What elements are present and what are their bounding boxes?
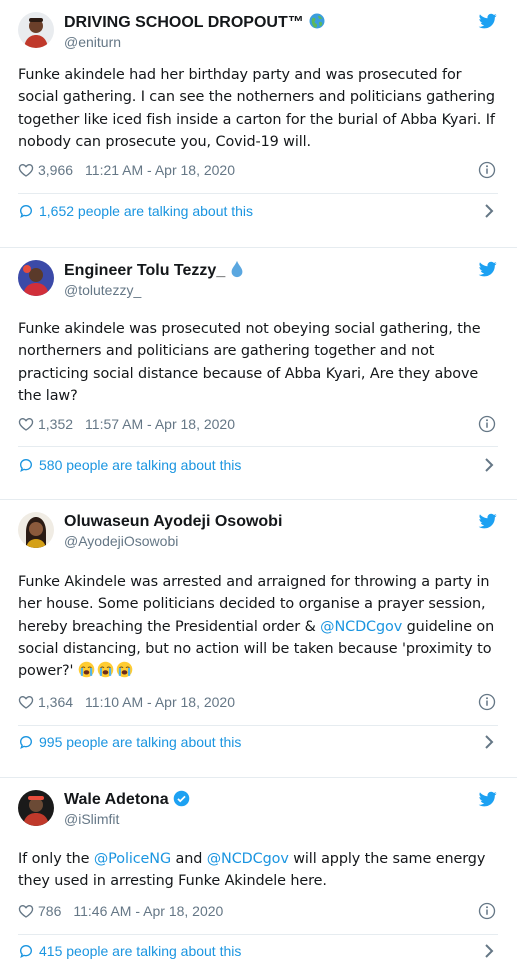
timestamp[interactable]: 11:21 AM - Apr 18, 2020	[85, 160, 235, 180]
avatar[interactable]	[18, 12, 54, 48]
tweet-text: Funke akindele was prosecuted not obeyin…	[18, 321, 481, 404]
divider	[18, 193, 498, 194]
user-handle[interactable]: @eniturn	[64, 33, 326, 51]
tweet-meta: 3,966 11:21 AM - Apr 18, 2020	[18, 160, 498, 180]
display-name[interactable]: Engineer Tolu Tezzy_	[64, 260, 244, 281]
timestamp[interactable]: 11:10 AM - Apr 18, 2020	[85, 692, 235, 712]
tweet-card[interactable]: DRIVING SCHOOL DROPOUT™ @eniturn Funke a…	[0, 0, 517, 248]
talking-label: 995 people are talking about this	[39, 734, 242, 750]
chevron-right-icon[interactable]	[484, 458, 494, 472]
talking-link[interactable]: 1,652 people are talking about this	[18, 200, 498, 222]
mention-link[interactable]: @NCDCgov	[320, 619, 402, 635]
tweet-text: If only the @PoliceNG and @NCDCgov will …	[18, 851, 486, 890]
avatar[interactable]	[18, 512, 54, 548]
heart-icon[interactable]	[18, 416, 34, 432]
tweet-card[interactable]: Wale Adetona @iSlimfit If only the @Poli…	[0, 778, 517, 967]
twitter-bird-icon[interactable]	[478, 12, 498, 30]
twitter-bird-icon[interactable]	[478, 512, 498, 530]
talking-link[interactable]: 580 people are talking about this	[18, 454, 498, 476]
heart-icon[interactable]	[18, 903, 34, 919]
divider	[18, 725, 498, 726]
water-drop-icon	[231, 260, 243, 278]
tweet-text: Funke akindele had her birthday party an…	[18, 67, 495, 150]
avatar[interactable]	[18, 260, 54, 296]
info-icon[interactable]	[478, 902, 496, 920]
avatar[interactable]	[18, 790, 54, 826]
talking-link[interactable]: 415 people are talking about this	[18, 940, 498, 962]
like-count[interactable]: 1,352	[38, 414, 73, 434]
tweet-header: Wale Adetona @iSlimfit	[18, 790, 498, 828]
info-icon[interactable]	[478, 161, 496, 179]
talking-link[interactable]: 995 people are talking about this	[18, 731, 498, 753]
globe-icon	[309, 13, 325, 29]
tweet-header: DRIVING SCHOOL DROPOUT™ @eniturn	[18, 12, 498, 51]
user-handle[interactable]: @tolutezzy_	[64, 281, 244, 299]
tweet-meta: 786 11:46 AM - Apr 18, 2020	[18, 901, 498, 921]
divider	[18, 446, 498, 447]
talking-label: 580 people are talking about this	[39, 457, 242, 473]
tweet-header: Engineer Tolu Tezzy_ @tolutezzy_	[18, 260, 498, 299]
tweet-meta: 1,352 11:57 AM - Apr 18, 2020	[18, 414, 498, 434]
display-name[interactable]: DRIVING SCHOOL DROPOUT™	[64, 12, 326, 33]
speech-bubble-icon	[18, 943, 34, 959]
like-count[interactable]: 1,364	[38, 692, 73, 712]
like-count[interactable]: 3,966	[38, 160, 73, 180]
tweet-meta: 1,364 11:10 AM - Apr 18, 2020	[18, 692, 498, 712]
tweet-card[interactable]: Engineer Tolu Tezzy_ @tolutezzy_ Funke a…	[0, 248, 517, 500]
twitter-bird-icon[interactable]	[478, 790, 498, 808]
speech-bubble-icon	[18, 734, 34, 750]
timestamp[interactable]: 11:57 AM - Apr 18, 2020	[85, 414, 235, 434]
user-handle[interactable]: @AyodejiOsowobi	[64, 532, 282, 550]
display-name[interactable]: Wale Adetona	[64, 790, 190, 810]
heart-icon[interactable]	[18, 162, 34, 178]
loudly-crying-face-icon	[78, 661, 95, 678]
info-icon[interactable]	[478, 693, 496, 711]
chevron-right-icon[interactable]	[484, 204, 494, 218]
like-count[interactable]: 786	[38, 901, 61, 921]
timestamp[interactable]: 11:46 AM - Apr 18, 2020	[73, 901, 223, 921]
speech-bubble-icon	[18, 457, 34, 473]
chevron-right-icon[interactable]	[484, 735, 494, 749]
mention-link[interactable]: @PoliceNG	[94, 851, 171, 867]
talking-label: 415 people are talking about this	[39, 943, 242, 959]
display-name[interactable]: Oluwaseun Ayodeji Osowobi	[64, 512, 282, 532]
chevron-right-icon[interactable]	[484, 944, 494, 958]
info-icon[interactable]	[478, 415, 496, 433]
verified-badge-icon	[173, 790, 190, 807]
loudly-crying-face-icon	[97, 661, 114, 678]
tweet-text: Funke Akindele was arrested and arraigne…	[18, 574, 495, 680]
user-handle[interactable]: @iSlimfit	[64, 810, 190, 828]
loudly-crying-face-icon	[116, 661, 133, 678]
speech-bubble-icon	[18, 203, 34, 219]
mention-link[interactable]: @NCDCgov	[207, 851, 289, 867]
divider	[18, 934, 498, 935]
tweet-header: Oluwaseun Ayodeji Osowobi @AyodejiOsowob…	[18, 512, 498, 550]
tweet-card[interactable]: Oluwaseun Ayodeji Osowobi @AyodejiOsowob…	[0, 500, 517, 778]
talking-label: 1,652 people are talking about this	[39, 203, 254, 219]
twitter-bird-icon[interactable]	[478, 260, 498, 278]
heart-icon[interactable]	[18, 694, 34, 710]
